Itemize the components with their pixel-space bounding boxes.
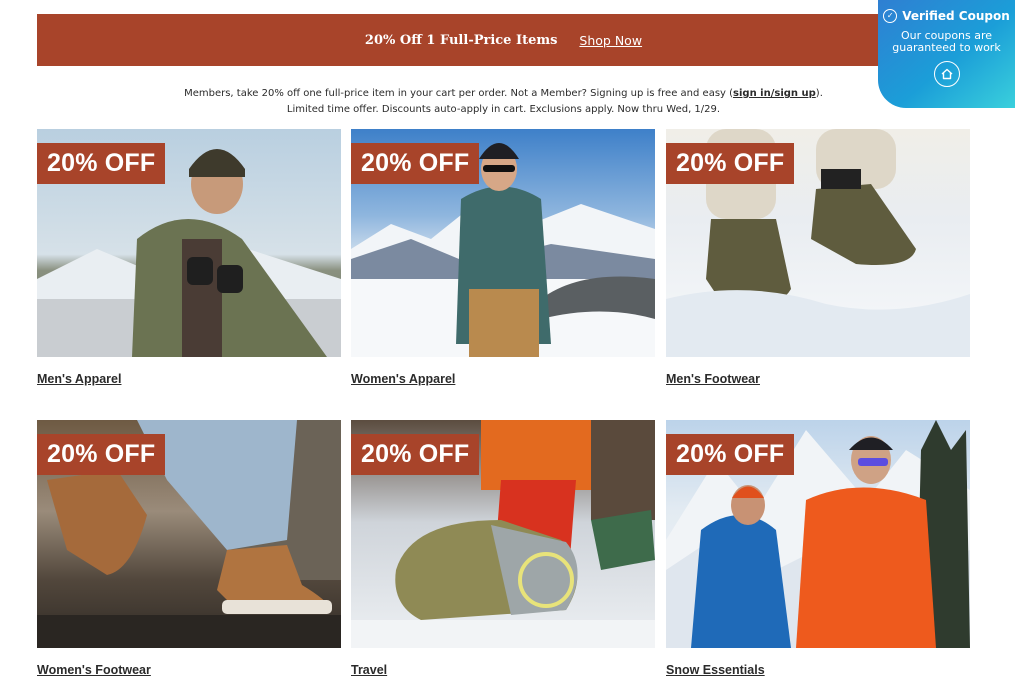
check-circle-icon: ✓ (883, 9, 898, 23)
category-tile-womens-apparel[interactable]: 20% OFF Women's Apparel (351, 129, 655, 386)
discount-badge: 20% OFF (351, 143, 480, 184)
discount-badge: 20% OFF (37, 434, 166, 475)
home-icon[interactable] (933, 61, 960, 87)
promo-title: 20% Off 1 Full-Price Items (364, 32, 558, 48)
discount-badge: 20% OFF (666, 143, 795, 184)
category-tile-mens-apparel[interactable]: 20% OFF Men's Apparel (37, 129, 341, 386)
members-notice: Members, take 20% off one full-price ite… (0, 86, 1007, 118)
category-image[interactable]: 20% OFF (666, 129, 970, 357)
discount-badge: 20% OFF (37, 143, 166, 184)
notice-text-end: ). (815, 88, 823, 99)
category-tile-snow-essentials[interactable]: 20% OFF Snow Essentials (666, 420, 970, 677)
notice-text: Members, take 20% off one full-price ite… (184, 88, 734, 99)
notice-line-2: Limited time offer. Discounts auto-apply… (286, 104, 721, 115)
category-image[interactable]: 20% OFF (37, 129, 341, 357)
category-link-womens-apparel[interactable]: Women's Apparel (351, 372, 455, 386)
sign-in-link[interactable]: sign in/sign up (733, 88, 816, 99)
coupon-title: Verified Coupon (902, 9, 1010, 23)
notice-line-1: Members, take 20% off one full-price ite… (0, 86, 1007, 102)
shop-now-link[interactable]: Shop Now (579, 33, 642, 48)
promo-banner: 20% Off 1 Full-Price Items Shop Now (37, 14, 970, 66)
category-link-travel[interactable]: Travel (351, 663, 387, 677)
category-image[interactable]: 20% OFF (666, 420, 970, 648)
coupon-header: ✓ Verified Coupon (878, 9, 1015, 23)
category-link-mens-apparel[interactable]: Men's Apparel (37, 372, 121, 386)
category-tile-mens-footwear[interactable]: 20% OFF Men's Footwear (666, 129, 970, 386)
category-image[interactable]: 20% OFF (351, 420, 655, 648)
category-image[interactable]: 20% OFF (351, 129, 655, 357)
coupon-description: Our coupons are guaranteed to work (892, 29, 1001, 54)
category-link-mens-footwear[interactable]: Men's Footwear (666, 372, 760, 386)
category-tile-womens-footwear[interactable]: 20% OFF Women's Footwear (37, 420, 341, 677)
discount-badge: 20% OFF (666, 434, 795, 475)
category-image[interactable]: 20% OFF (37, 420, 341, 648)
discount-badge: 20% OFF (351, 434, 480, 475)
category-tile-travel[interactable]: 20% OFF Travel (351, 420, 655, 677)
category-link-snow-essentials[interactable]: Snow Essentials (666, 663, 765, 677)
category-link-womens-footwear[interactable]: Women's Footwear (37, 663, 151, 677)
